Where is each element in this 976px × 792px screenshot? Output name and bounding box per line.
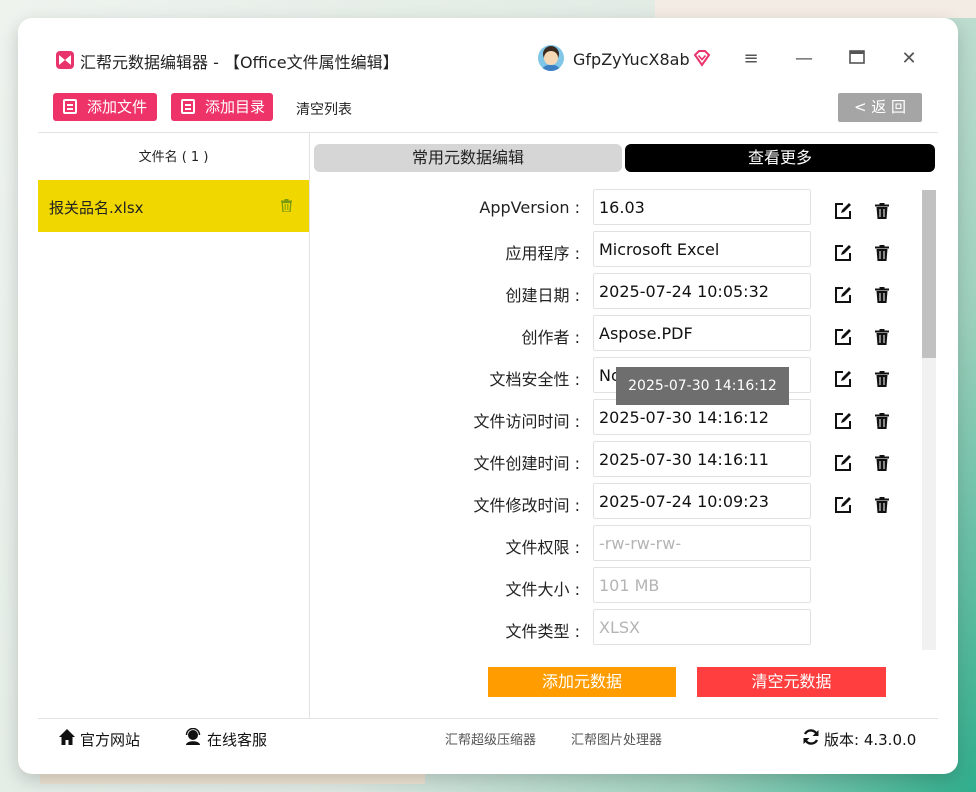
field-label: 应用程序 :	[505, 244, 580, 263]
file-type-input	[593, 609, 811, 645]
field-label: 文件修改时间 :	[473, 496, 580, 515]
version-label: 版本: 4.3.0.0	[824, 731, 917, 749]
image-tool-link[interactable]: 汇帮图片处理器	[571, 729, 662, 748]
background-strip	[655, 0, 976, 18]
app-title: 汇帮元数据编辑器 - 【Office文件属性编辑】	[80, 53, 399, 72]
file-list-item[interactable]: 报关品名.xlsx	[38, 180, 309, 232]
edit-icon[interactable]	[834, 412, 852, 430]
menu-icon[interactable]: ≡	[740, 48, 762, 70]
tab-view-more[interactable]: 查看更多	[625, 144, 935, 172]
add-directory-button[interactable]: 添加目录	[171, 93, 273, 121]
add-file-button[interactable]: 添加文件	[53, 93, 157, 121]
title-bar: 汇帮元数据编辑器 - 【Office文件属性编辑】 GfpZyYucX8ab ≡…	[18, 18, 958, 98]
file-icon	[63, 99, 77, 114]
edit-icon[interactable]	[834, 244, 852, 262]
app-window: 汇帮元数据编辑器 - 【Office文件属性编辑】 GfpZyYucX8ab ≡…	[18, 18, 958, 774]
tab-common-metadata[interactable]: 常用元数据编辑	[314, 144, 622, 172]
field-label: AppVersion :	[479, 198, 580, 217]
close-button[interactable]: ✕	[898, 48, 920, 70]
edit-icon[interactable]	[834, 454, 852, 472]
minimize-button[interactable]: —	[793, 48, 815, 70]
delete-icon[interactable]	[875, 245, 889, 261]
field-label: 创建日期 :	[505, 286, 580, 305]
maximize-button[interactable]	[846, 48, 868, 70]
trash-icon[interactable]	[281, 199, 292, 212]
field-label: 文件类型 :	[505, 622, 580, 641]
application-input[interactable]	[593, 231, 811, 267]
clear-list-button[interactable]: 清空列表	[296, 99, 352, 119]
folder-add-icon	[181, 99, 195, 114]
edit-icon[interactable]	[834, 286, 852, 304]
edit-icon[interactable]	[834, 328, 852, 346]
delete-icon[interactable]	[875, 413, 889, 429]
app-version-input[interactable]	[593, 189, 811, 225]
delete-icon[interactable]	[875, 329, 889, 345]
refresh-icon[interactable]	[802, 728, 820, 746]
app-logo-icon	[56, 51, 74, 69]
field-label: 创作者 :	[521, 328, 580, 347]
delete-icon[interactable]	[875, 371, 889, 387]
divider	[309, 132, 310, 718]
delete-icon[interactable]	[875, 497, 889, 513]
scrollbar-thumb[interactable]	[922, 190, 936, 358]
online-support-link[interactable]: 在线客服	[207, 729, 267, 750]
edit-icon[interactable]	[834, 202, 852, 220]
delete-icon[interactable]	[875, 287, 889, 303]
clear-metadata-button[interactable]: 清空元数据	[697, 667, 886, 697]
back-button[interactable]: < 返 回	[838, 93, 922, 122]
edit-icon[interactable]	[834, 370, 852, 388]
divider	[38, 132, 938, 133]
edit-icon[interactable]	[834, 496, 852, 514]
tooltip: 2025-07-30 14:16:12	[616, 367, 789, 405]
file-list-header: 文件名 ( 1 )	[138, 150, 209, 165]
headset-icon	[185, 728, 201, 745]
file-size-input	[593, 567, 811, 603]
compressor-link[interactable]: 汇帮超级压缩器	[445, 729, 536, 748]
field-label: 文件权限 :	[505, 538, 580, 557]
file-permission-input	[593, 525, 811, 561]
field-label: 文件大小 :	[505, 580, 580, 599]
field-label: 文件创建时间 :	[473, 454, 580, 473]
username[interactable]: GfpZyYucX8ab	[573, 50, 690, 69]
home-icon	[59, 729, 75, 745]
vip-diamond-icon[interactable]	[693, 49, 711, 67]
field-label: 文档安全性 :	[489, 370, 580, 389]
divider	[38, 718, 938, 719]
created-date-input[interactable]	[593, 273, 811, 309]
file-name: 报关品名.xlsx	[49, 199, 144, 217]
delete-icon[interactable]	[875, 455, 889, 471]
delete-icon[interactable]	[875, 203, 889, 219]
official-website-link[interactable]: 官方网站	[80, 729, 140, 750]
author-input[interactable]	[593, 315, 811, 351]
user-avatar[interactable]	[538, 45, 564, 71]
add-metadata-button[interactable]: 添加元数据	[488, 667, 676, 697]
maximize-icon	[849, 50, 865, 64]
file-created-time-input[interactable]	[593, 441, 811, 477]
field-label: 文件访问时间 :	[473, 412, 580, 431]
file-modified-time-input[interactable]	[593, 483, 811, 519]
